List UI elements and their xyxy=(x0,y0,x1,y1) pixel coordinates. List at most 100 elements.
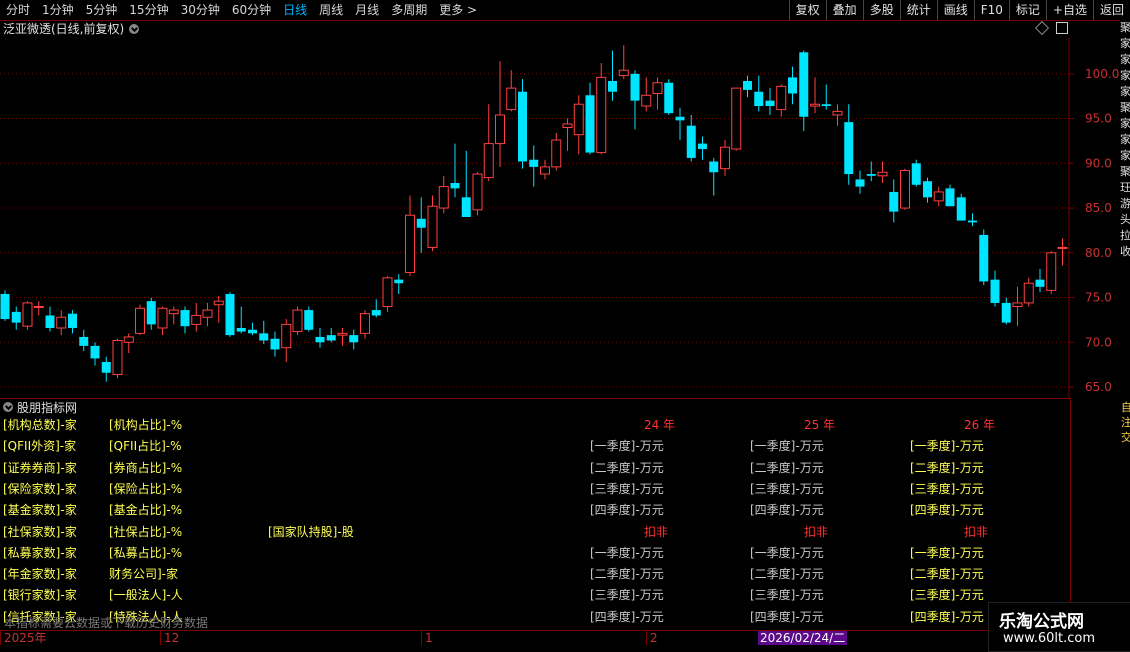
side-label: 家 xyxy=(1120,69,1130,82)
side-label: 聚 xyxy=(1120,21,1130,34)
candle xyxy=(135,304,145,336)
candle xyxy=(270,331,280,357)
candle xyxy=(168,306,179,325)
strip-label: 注 xyxy=(1121,416,1130,429)
chevron-down-icon[interactable] xyxy=(129,24,140,34)
indicator-label: [保险家数]-家 xyxy=(3,481,77,496)
candle-body xyxy=(979,234,989,282)
watermark-name: 乐淘公式网 xyxy=(999,612,1084,632)
timeframe-tab[interactable]: 周线 xyxy=(313,0,349,20)
candle xyxy=(236,306,246,334)
toolbar-action-button[interactable]: 多股 xyxy=(862,0,900,20)
window-icon[interactable] xyxy=(1056,22,1068,34)
side-label: 家 xyxy=(1120,37,1130,50)
candle-body xyxy=(585,95,595,153)
candle xyxy=(0,290,10,321)
indicator-label: [基金占比]-% xyxy=(109,503,183,518)
candle xyxy=(855,170,865,194)
indicator-label: [保险占比]-% xyxy=(109,481,183,496)
candle-body xyxy=(213,300,224,306)
quarter-value: [二季度]-万元 xyxy=(590,567,664,582)
candle xyxy=(326,327,336,343)
candle xyxy=(821,84,831,110)
candle-body xyxy=(360,313,370,334)
candle-body xyxy=(483,143,494,179)
timeframe-tab[interactable]: 更多 > xyxy=(433,0,483,20)
candle xyxy=(877,161,888,183)
candle xyxy=(743,75,752,98)
date-label: 2025年 xyxy=(4,631,47,645)
timeframe-tab[interactable]: 1分钟 xyxy=(36,0,80,20)
toolbar-action-button[interactable]: 叠加 xyxy=(825,0,863,20)
candle xyxy=(664,79,674,115)
candle xyxy=(641,77,652,112)
candle xyxy=(562,118,573,151)
candle-body xyxy=(877,171,888,177)
candle-body xyxy=(68,313,77,328)
candle-body xyxy=(56,316,67,329)
candle xyxy=(146,297,156,330)
candle xyxy=(608,50,617,101)
candle-body xyxy=(270,338,280,350)
side-label: 收 xyxy=(1120,245,1130,258)
quarter-value: [四季度]-万元 xyxy=(590,609,664,624)
toolbar-action-button[interactable]: 统计 xyxy=(899,0,937,20)
timeframe-tab[interactable]: 15分钟 xyxy=(123,0,174,20)
top-toolbar: 分时 1分钟 5分钟 15分钟 30分钟 60分钟 日线 周线 月线 多周期 更多 > 复权 叠加 多股… xyxy=(0,0,1130,21)
candle xyxy=(304,306,314,332)
diamond-icon[interactable] xyxy=(1034,20,1050,36)
timeframe-tab[interactable]: 分时 xyxy=(0,0,36,20)
toolbar-action-button[interactable]: 画线 xyxy=(936,0,974,20)
timeframe-tab[interactable]: 30分钟 xyxy=(175,0,226,20)
watermark-url: www.60lt.com xyxy=(1003,631,1095,646)
candle-body xyxy=(337,332,348,336)
side-label: 家 xyxy=(1120,85,1130,98)
candle xyxy=(202,302,213,327)
side-label: 家 xyxy=(1120,133,1130,146)
timeframe-tab[interactable]: 日线 xyxy=(277,0,313,20)
year-header: 25 年 xyxy=(804,418,836,432)
candle-body xyxy=(225,293,235,336)
candle xyxy=(213,295,224,323)
quarter-value: [三季度]-万元 xyxy=(910,481,984,496)
candle xyxy=(79,329,89,352)
timeframe-tab[interactable]: 月线 xyxy=(349,0,385,20)
toolbar-action-button[interactable]: +自选 xyxy=(1045,0,1093,20)
toolbar-action-button[interactable]: 标记 xyxy=(1008,0,1046,20)
candle-body xyxy=(326,335,336,341)
candle xyxy=(405,195,415,277)
toolbar-action-button[interactable]: 返回 xyxy=(1092,0,1130,20)
indicator-label: [证券券商]-家 xyxy=(3,460,77,475)
toolbar-action-button[interactable]: F10 xyxy=(973,0,1009,20)
candle xyxy=(776,84,787,117)
candle-body xyxy=(394,279,404,284)
candle-body xyxy=(79,336,89,346)
candle xyxy=(68,310,77,334)
candle-body xyxy=(1023,282,1034,304)
chart-title-row: 泛亚微透(日线,前复权) xyxy=(3,21,140,37)
candle xyxy=(259,320,269,345)
candle xyxy=(157,306,168,336)
timeframe-tab[interactable]: 60分钟 xyxy=(226,0,277,20)
candle-body xyxy=(135,307,145,334)
timeframe-tab[interactable]: 多周期 xyxy=(385,0,433,20)
y-tick-label: 70.0 xyxy=(1085,335,1112,349)
candle xyxy=(11,306,21,330)
candle-body xyxy=(821,104,831,107)
timeframe-tab[interactable]: 5分钟 xyxy=(80,0,124,20)
candle xyxy=(56,310,67,336)
toolbar-action-button[interactable]: 复权 xyxy=(788,0,826,20)
candle xyxy=(101,356,111,382)
indicator-label: [QFII外资]-家 xyxy=(3,439,77,454)
indicator-label: [私募占比]-% xyxy=(109,545,183,560)
candle-body xyxy=(382,277,393,307)
candle xyxy=(911,159,921,187)
candle-body xyxy=(371,310,381,316)
candle xyxy=(123,333,134,354)
candle-body xyxy=(168,309,179,315)
chevron-down-icon[interactable] xyxy=(3,402,13,412)
year-header: 26 年 xyxy=(964,418,996,432)
quarter-value: [四季度]-万元 xyxy=(590,503,664,518)
candle-body xyxy=(248,329,257,334)
side-label: 家 xyxy=(1120,53,1130,66)
